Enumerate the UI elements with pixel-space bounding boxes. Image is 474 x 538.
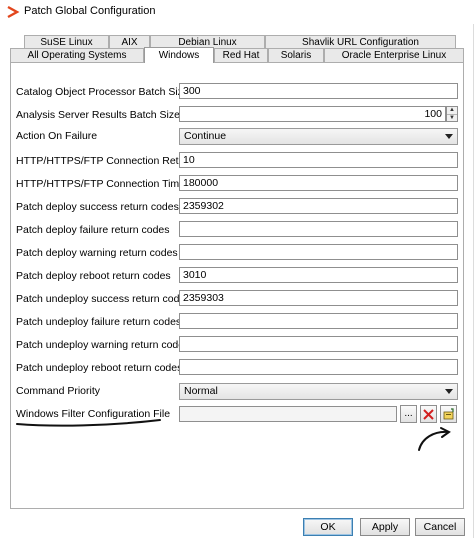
deploy-failure-label: Patch deploy failure return codes — [16, 224, 170, 236]
red-x-clear-icon — [423, 409, 434, 420]
apply-button[interactable]: Apply — [360, 518, 410, 536]
undeploy-success-input[interactable]: 2359303 — [179, 290, 458, 306]
deploy-reboot-label: Patch deploy reboot return codes — [16, 270, 171, 282]
deploy-success-label: Patch deploy success return codes — [16, 201, 179, 213]
tab-windows[interactable]: Windows — [144, 47, 214, 63]
browse-button[interactable]: ... — [400, 405, 417, 423]
cancel-button[interactable]: Cancel — [415, 518, 465, 536]
deploy-failure-input[interactable] — [179, 221, 458, 237]
undeploy-reboot-input[interactable] — [179, 359, 458, 375]
retry-input[interactable]: 10 — [179, 152, 458, 168]
timeout-label: HTTP/HTTPS/FTP Connection Timeout — [16, 178, 200, 190]
window-title: Patch Global Configuration — [24, 5, 156, 17]
spin-up-arrow-icon[interactable]: ▲ — [447, 107, 457, 115]
filter-file-input[interactable] — [179, 406, 397, 422]
undeploy-warning-label: Patch undeploy warning return codes — [16, 339, 190, 351]
command-priority-select[interactable]: Normal — [179, 383, 458, 400]
analysis-batch-label: Analysis Server Results Batch Size — [16, 109, 180, 121]
tab-solaris[interactable]: Solaris — [268, 48, 324, 62]
command-priority-label: Command Priority — [16, 385, 101, 397]
chevron-down-icon — [445, 389, 453, 394]
tab-label: Windows — [158, 50, 200, 61]
command-priority-value: Normal — [184, 385, 218, 397]
undeploy-reboot-label: Patch undeploy reboot return codes — [16, 362, 183, 374]
action-on-failure-select[interactable]: Continue — [179, 128, 458, 145]
clear-button[interactable] — [420, 405, 437, 423]
tab-label: All Operating Systems — [27, 50, 127, 61]
action-on-failure-value: Continue — [184, 130, 227, 142]
edit-file-button[interactable] — [440, 405, 457, 423]
deploy-reboot-input[interactable]: 3010 — [179, 267, 458, 283]
ivanti-logo-icon — [7, 5, 20, 19]
tab-all-operating-systems[interactable]: All Operating Systems — [10, 48, 144, 62]
patch-global-configuration-window: Patch Global Configuration SuSE Linux AI… — [0, 0, 474, 538]
retry-label: HTTP/HTTPS/FTP Connection Retry — [16, 155, 188, 167]
deploy-success-input[interactable]: 2359302 — [179, 198, 458, 214]
tab-red-hat[interactable]: Red Hat — [214, 48, 268, 62]
chevron-down-icon — [445, 134, 453, 139]
action-on-failure-label: Action On Failure — [16, 130, 98, 142]
deploy-warning-label: Patch deploy warning return codes — [16, 247, 178, 259]
undeploy-success-label: Patch undeploy success return codes — [16, 293, 191, 305]
catalog-batch-input[interactable]: 300 — [179, 83, 458, 99]
tab-suse-linux[interactable]: SuSE Linux — [24, 35, 109, 49]
tab-label: Oracle Enterprise Linux — [341, 50, 447, 61]
tab-label: AIX — [121, 37, 138, 48]
undeploy-warning-input[interactable] — [179, 336, 458, 352]
tab-label: Shavlik URL Configuration — [302, 37, 419, 48]
ok-button[interactable]: OK — [303, 518, 353, 536]
edit-file-icon — [443, 408, 454, 420]
tab-label: Solaris — [280, 50, 312, 61]
tab-oracle-enterprise-linux[interactable]: Oracle Enterprise Linux — [324, 48, 464, 62]
analysis-batch-spinner[interactable]: 100 — [179, 106, 446, 122]
tab-label: Red Hat — [222, 50, 260, 61]
catalog-batch-label: Catalog Object Processor Batch Size — [16, 86, 189, 98]
filter-file-label: Windows Filter Configuration File — [16, 408, 171, 420]
undeploy-failure-input[interactable] — [179, 313, 458, 329]
tab-label: SuSE Linux — [40, 37, 93, 48]
tab-shavlik-url-configuration[interactable]: Shavlik URL Configuration — [265, 35, 456, 49]
spin-down-arrow-icon[interactable]: ▼ — [447, 115, 457, 122]
undeploy-failure-label: Patch undeploy failure return codes — [16, 316, 182, 328]
deploy-warning-input[interactable] — [179, 244, 458, 260]
timeout-input[interactable]: 180000 — [179, 175, 458, 191]
analysis-batch-spin-buttons[interactable]: ▲ ▼ — [446, 106, 458, 122]
title-bar: Patch Global Configuration — [0, 0, 474, 24]
